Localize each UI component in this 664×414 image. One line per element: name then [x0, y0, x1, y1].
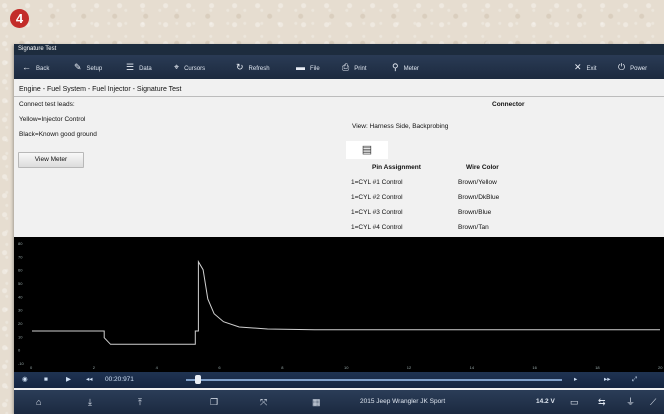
y-tick-label: 10 [18, 334, 23, 339]
x-tick-label: 6 [218, 365, 221, 370]
fast-forward-icon[interactable]: ▸▸ [604, 372, 611, 388]
back-button[interactable]: ← Back [22, 55, 49, 79]
close-icon: ✕ [574, 62, 582, 72]
wrench-icon: ✎ [74, 62, 82, 72]
x-tick-label: 14 [470, 365, 475, 370]
step-back-icon[interactable]: ◂◂ [86, 372, 93, 388]
folder-icon: ▬ [296, 62, 305, 72]
seek-handle[interactable] [195, 375, 201, 384]
x-tick-label: 0 [30, 365, 33, 370]
x-tick-label: 10 [344, 365, 349, 370]
more-icon[interactable]: ⟋ [650, 390, 656, 414]
pin-assignment-cell: 1=CYL #2 Control [351, 194, 403, 201]
cursors-button[interactable]: ⌖ Cursors [174, 55, 205, 79]
stop-icon[interactable]: ■ [44, 372, 48, 388]
step-forward-icon[interactable]: ▸ [574, 372, 577, 388]
power-button[interactable]: ⏻ Power [618, 55, 647, 79]
power-icon: ⏻ [618, 62, 626, 72]
battery-icon: ▭ [570, 397, 579, 407]
x-tick-label: 4 [156, 365, 159, 370]
y-tick-label: 60 [18, 268, 23, 273]
divider [14, 96, 664, 97]
instruction-black-lead: Black=Known good ground [19, 131, 97, 138]
breadcrumb: Engine - Fuel System - Fuel Injector - S… [19, 86, 182, 93]
status-bar: ⌂ ⤓ ⤒ ❐ ⤧ ▦ 2015 Jeep Wrangler JK Sport … [14, 390, 664, 414]
download-icon[interactable]: ⤓ [88, 390, 92, 414]
wire-color-cell: Brown/Tan [458, 224, 489, 231]
connection-icon: ⇆ [598, 397, 606, 407]
wire-color-cell: Brown/Yellow [458, 179, 497, 186]
usb-icon: ⏚ [626, 397, 636, 407]
file-button[interactable]: ▬ File [296, 55, 320, 79]
refresh-button[interactable]: ↻ Refresh [236, 55, 270, 79]
y-tick-label: 30 [18, 308, 23, 313]
y-tick-label: 20 [18, 321, 23, 326]
setup-button[interactable]: ✎ Setup [74, 55, 102, 79]
cursors-icon: ⌖ [174, 62, 180, 72]
seek-track[interactable] [186, 379, 562, 381]
y-tick-label: 50 [18, 281, 23, 286]
y-tick-label: 0 [18, 348, 21, 353]
play-icon[interactable]: ▶ [66, 372, 71, 388]
step-number-badge: 4 [10, 9, 29, 28]
zoom-icon[interactable]: ⤢ [632, 372, 637, 388]
exit-button[interactable]: ✕ Exit [574, 55, 597, 79]
printer-icon: ⎙ [342, 62, 350, 72]
waveform-graph: 80 70 60 50 40 30 20 10 0 -10 0 2 4 6 8 10 12 14 16 18 20 [14, 237, 664, 372]
x-tick-label: 16 [532, 365, 537, 370]
wire-color-header: Wire Color [466, 164, 499, 171]
vehicle-name: 2015 Jeep Wrangler JK Sport [360, 398, 446, 405]
playback-bar: ◉ ■ ▶ ◂◂ 00:20:971 ▸ ▸▸ ⤢ [14, 372, 664, 388]
connector-title: Connector [492, 101, 525, 108]
connector-view: View: Harness Side, Backprobing [352, 123, 449, 130]
expand-icon[interactable]: ⤧ [260, 390, 267, 414]
battery-voltage: 14.2 V [536, 398, 555, 405]
y-tick-label: 70 [18, 254, 23, 259]
pin-assignment-header: Pin Assignment [372, 164, 421, 171]
wire-color-cell: Brown/Blue [458, 209, 492, 216]
arrow-left-icon: ← [22, 62, 31, 72]
waveform-chart: 80 70 60 50 40 30 20 10 0 -10 0 2 4 6 8 10 12 14 16 18 20 [18, 241, 663, 370]
pin-assignment-cell: 1=CYL #4 Control [351, 224, 403, 231]
pin-assignment-cell: 1=CYL #3 Control [351, 209, 403, 216]
toolbar: ← Back ✎ Setup ☰ Data ⌖ Cursors ↻ Refresh ▬ Fi… [14, 55, 664, 79]
data-button[interactable]: ☰ Data [126, 55, 152, 79]
copy-icon[interactable]: ❐ [210, 390, 218, 414]
y-tick-label: 40 [18, 294, 23, 299]
pin-assignment-cell: 1=CYL #1 Control [351, 179, 403, 186]
window-title: Signature Test [14, 44, 664, 55]
instruction-yellow-lead: Yellow=Injector Control [19, 116, 86, 123]
print-button[interactable]: ⎙ Print [342, 55, 367, 79]
meter-button[interactable]: ⚲ Meter [392, 55, 419, 79]
refresh-icon: ↻ [236, 62, 244, 72]
folder-icon[interactable]: ▦ [312, 390, 321, 414]
x-tick-label: 8 [281, 365, 284, 370]
waveform-trace [32, 259, 660, 345]
view-meter-button[interactable]: View Meter [18, 152, 84, 168]
list-icon: ☰ [126, 62, 135, 72]
x-tick-label: 2 [93, 365, 96, 370]
wire-color-cell: Brown/DkBlue [458, 194, 500, 201]
x-tick-label: 18 [595, 365, 600, 370]
x-tick-label: 20 [658, 365, 663, 370]
meter-probe-icon: ⚲ [392, 62, 399, 72]
camera-icon[interactable]: ◉ [22, 372, 28, 388]
scan-tool-screen: Signature Test ← Back ✎ Setup ☰ Data ⌖ Curso… [14, 44, 664, 414]
instructions-heading: Connect test leads: [19, 101, 75, 108]
playback-time: 00:20:971 [105, 376, 134, 383]
y-tick-label: 80 [18, 241, 23, 246]
upload-icon[interactable]: ⤒ [138, 390, 142, 414]
x-tick-label: 12 [407, 365, 412, 370]
document-icon[interactable]: ▤ [346, 141, 388, 159]
y-tick-label: -10 [18, 361, 25, 366]
home-icon[interactable]: ⌂ [36, 390, 41, 414]
